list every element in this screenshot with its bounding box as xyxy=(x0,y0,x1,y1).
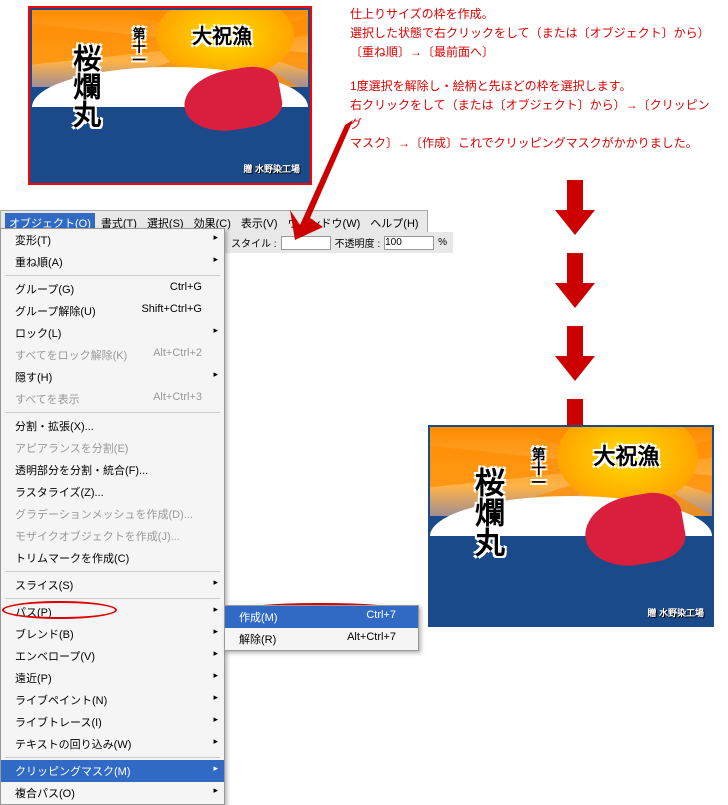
mi-arrange[interactable]: 重ね順(A) xyxy=(1,251,224,273)
mi-flatten[interactable]: 透明部分を分割・統合(F)... xyxy=(1,459,224,481)
smi-make[interactable]: 作成(M)Ctrl+7 xyxy=(225,606,418,628)
smi-release[interactable]: 解除(R)Alt+Ctrl+7 xyxy=(225,628,418,650)
mi-expand[interactable]: 分割・拡張(X)... xyxy=(1,415,224,437)
artwork-after: 第十一 桜爛丸 大祝漁 贈 水野染工場 xyxy=(428,425,714,627)
flag-text: 桜爛丸 xyxy=(464,467,508,557)
menu-view[interactable]: 表示(V) xyxy=(237,213,282,233)
mi-hide[interactable]: 隠す(H) xyxy=(1,366,224,388)
mi-livepaint[interactable]: ライブペイント(N) xyxy=(1,689,224,711)
mi-envelope[interactable]: エンベロープ(V) xyxy=(1,645,224,667)
mi-expandapp: アピアランスを分割(E) xyxy=(1,437,224,459)
mi-lock[interactable]: ロック(L) xyxy=(1,322,224,344)
down-arrows xyxy=(555,180,595,454)
mi-clipmask[interactable]: クリッピングマスク(M) xyxy=(1,760,224,782)
mi-compound[interactable]: 複合パス(O) xyxy=(1,782,224,804)
mi-perspective[interactable]: 遠近(P) xyxy=(1,667,224,689)
mi-path[interactable]: パス(P) xyxy=(1,601,224,623)
arrow-diagonal xyxy=(285,115,355,245)
mi-blend[interactable]: ブレンド(B) xyxy=(1,623,224,645)
object-menu[interactable]: 変形(T) 重ね順(A) グループ(G)Ctrl+G グループ解除(U)Shif… xyxy=(0,228,225,805)
menu-help[interactable]: ヘルプ(H) xyxy=(366,213,422,233)
mi-mosaic: モザイクオブジェクトを作成(J)... xyxy=(1,525,224,547)
mi-rasterize[interactable]: ラスタライズ(Z)... xyxy=(1,481,224,503)
mi-group[interactable]: グループ(G)Ctrl+G xyxy=(1,278,224,300)
pct-label: % xyxy=(438,237,447,248)
selection-frame xyxy=(28,6,312,185)
flag-text: 大祝漁 xyxy=(594,439,660,471)
mi-ungroup[interactable]: グループ解除(U)Shift+Ctrl+G xyxy=(1,300,224,322)
mi-unlockall: すべてをロック解除(K)Alt+Ctrl+2 xyxy=(1,344,224,366)
style-label: スタイル : xyxy=(231,235,277,250)
flag-credit: 贈 水野染工場 xyxy=(647,606,704,619)
flag-text: 第十一 xyxy=(529,447,549,489)
mi-slice[interactable]: スライス(S) xyxy=(1,574,224,596)
mi-showall: すべてを表示Alt+Ctrl+3 xyxy=(1,388,224,410)
clipmask-submenu[interactable]: 作成(M)Ctrl+7 解除(R)Alt+Ctrl+7 xyxy=(224,605,419,651)
mi-transform[interactable]: 変形(T) xyxy=(1,229,224,251)
mi-gradmesh: グラデーションメッシュを作成(D)... xyxy=(1,503,224,525)
mi-trim[interactable]: トリムマークを作成(C) xyxy=(1,547,224,569)
mi-textwrap[interactable]: テキストの回り込み(W) xyxy=(1,733,224,755)
instruction-text: 仕上りサイズの枠を作成。 選択した状態で右クリックをして（または〔オブジェクト〕… xyxy=(350,5,720,153)
opacity-input[interactable] xyxy=(384,236,434,250)
mi-livetrace[interactable]: ライブトレース(I) xyxy=(1,711,224,733)
